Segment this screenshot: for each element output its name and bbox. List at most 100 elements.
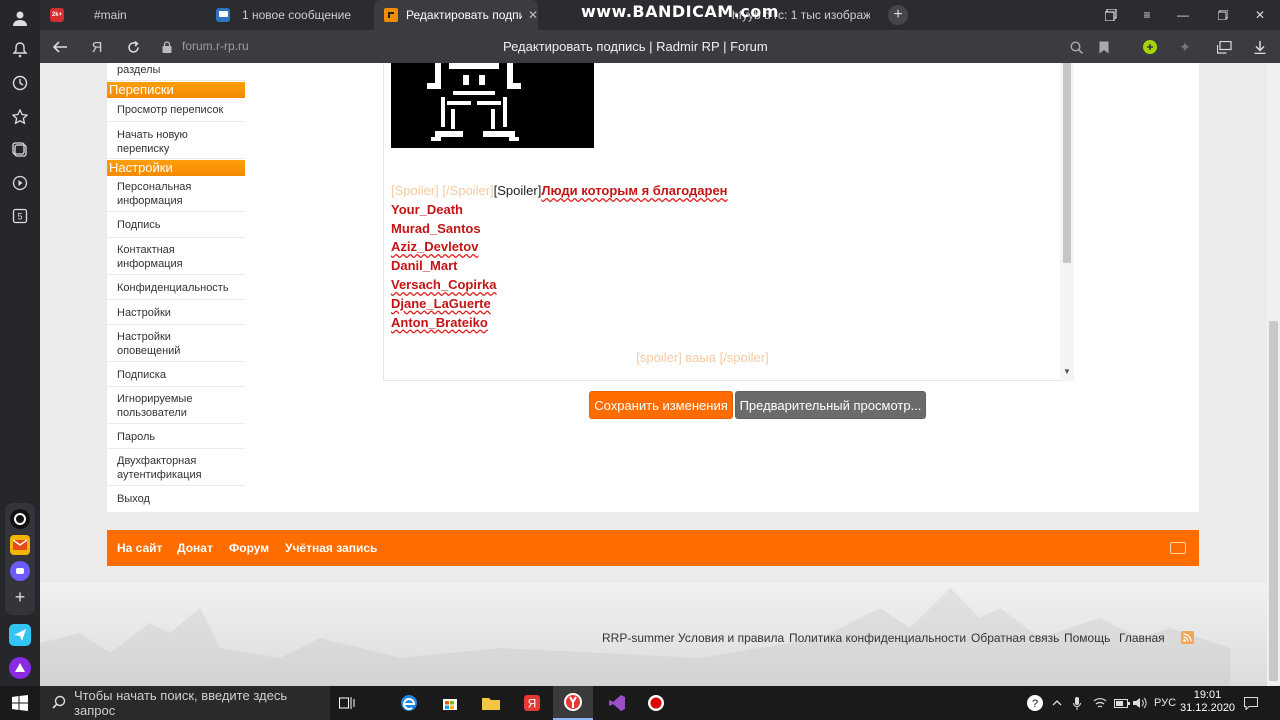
nav-item-logout[interactable]: Выход — [107, 487, 245, 511]
url-text[interactable]: forum.r-rp.ru — [182, 39, 249, 53]
yandex-logo-icon[interactable]: Я — [87, 37, 107, 57]
zen-icon[interactable]: 5 — [10, 206, 30, 226]
search-page-icon[interactable] — [1066, 37, 1086, 57]
star-icon[interactable] — [10, 107, 30, 127]
notifications-icon[interactable] — [1244, 686, 1258, 720]
nav-item-sections[interactable]: разделы — [107, 63, 245, 81]
save-changes-button[interactable]: Сохранить изменения — [589, 391, 733, 419]
signature-text[interactable]: [Spoiler] [/Spoiler][Spoiler]Люди которы… — [391, 182, 728, 332]
history-icon[interactable] — [10, 73, 30, 93]
yandex-app-icon[interactable]: Я — [512, 686, 552, 720]
nav-item-preferences[interactable]: Настройки — [107, 301, 245, 325]
close-icon[interactable]: ✕ — [528, 8, 538, 22]
preview-button[interactable]: Предварительный просмотр... — [735, 391, 926, 419]
taskbar: Чтобы начать поиск, введите здесь запрос… — [0, 686, 1280, 720]
sidebar-apps-group: + — [5, 503, 35, 615]
nav-item-view-conversations[interactable]: Просмотр переписок — [107, 98, 245, 122]
download-icon[interactable] — [1250, 37, 1270, 57]
nav-item-personal-info[interactable]: Персональная информация — [107, 176, 245, 212]
taskbar-search[interactable]: Чтобы начать поиск, введите здесь запрос — [40, 686, 330, 720]
chevron-up-icon[interactable] — [1052, 686, 1062, 720]
alice-icon[interactable] — [10, 509, 30, 529]
tabs-overview-icon[interactable] — [1093, 0, 1129, 30]
folder-icon[interactable] — [471, 686, 511, 720]
footer-link-privacy[interactable]: Политика конфиденциальности — [789, 631, 966, 645]
reload-icon[interactable] — [123, 37, 143, 57]
send-app-icon[interactable] — [9, 624, 31, 646]
play-icon[interactable] — [10, 173, 30, 193]
spoiler-line: [Spoiler] [/Spoiler][Spoiler]Люди которы… — [391, 182, 728, 201]
clock[interactable]: 19:01 31.12.2020 — [1180, 689, 1235, 715]
windows-start-icon[interactable] — [0, 686, 40, 720]
search-icon — [52, 695, 66, 712]
footer-link-forum[interactable]: Форум — [229, 541, 269, 555]
footer-link-site[interactable]: На сайт — [117, 541, 162, 555]
signature-editor[interactable]: [Spoiler] [/Spoiler][Spoiler]Люди которы… — [383, 63, 1060, 381]
nav-item-privacy[interactable]: Конфиденциальность — [107, 276, 245, 300]
discord-icon: 2k+ — [50, 8, 64, 22]
task-view-icon[interactable] — [327, 686, 367, 720]
rss-icon[interactable] — [1181, 631, 1194, 644]
name-line: Danil_Mart — [391, 258, 458, 274]
edge-icon[interactable] — [389, 686, 429, 720]
footer-link-terms[interactable]: Условия и правила — [678, 631, 784, 645]
footer-link-donate[interactable]: Донат — [177, 541, 213, 555]
menu-icon[interactable]: ≡ — [1129, 0, 1165, 30]
nav-item-alert-settings[interactable]: Настройки оповещений — [107, 326, 245, 362]
footer-link-help[interactable]: Помощь — [1064, 631, 1110, 645]
footer-link-account[interactable]: Учётная запись — [285, 541, 377, 555]
protect-icon[interactable]: ✦ — [1175, 37, 1195, 57]
page-scrollbar[interactable] — [1267, 63, 1280, 686]
scrollbar-thumb[interactable] — [1063, 63, 1071, 263]
alice-bottom-icon[interactable] — [9, 657, 31, 679]
store-icon[interactable] — [430, 686, 470, 720]
new-tab-button[interactable]: + — [888, 5, 908, 25]
page-scrollbar-thumb[interactable] — [1269, 321, 1278, 681]
profile-icon[interactable] — [10, 8, 30, 28]
bookmark-icon[interactable] — [1094, 37, 1114, 57]
add-app-icon[interactable]: + — [10, 587, 30, 607]
input-language[interactable]: РУС — [1154, 686, 1176, 720]
footer-link-style[interactable]: RRP-summer — [602, 631, 675, 645]
collapse-icon[interactable] — [1170, 542, 1186, 554]
svg-text:5: 5 — [17, 212, 22, 222]
nav-header-conversations: Переписки — [107, 82, 245, 98]
footer-nav-bar: На сайт Донат Форум Учётная запись — [107, 530, 1199, 566]
restore-icon[interactable] — [1205, 0, 1241, 30]
battery-icon[interactable] — [1114, 686, 1130, 720]
clock-time: 19:01 — [1193, 689, 1222, 701]
nav-item-password[interactable]: Пароль — [107, 425, 245, 449]
bandicam-record-icon[interactable] — [636, 686, 676, 720]
visual-studio-icon[interactable] — [597, 686, 637, 720]
minimize-icon[interactable]: — — [1165, 0, 1201, 30]
nav-item-two-factor[interactable]: Двухфакторная аутентификация — [107, 450, 245, 486]
tab-main[interactable]: 2k+ #main — [50, 0, 200, 30]
bbcode-spoiler-open: [Spoiler] — [493, 183, 542, 198]
nav-item-new-conversation[interactable]: Начать новую переписку — [107, 123, 245, 159]
bell-icon[interactable] — [10, 40, 30, 60]
scroll-down-arrow-icon[interactable]: ▼ — [1063, 367, 1071, 377]
extension-icon[interactable] — [1140, 37, 1160, 57]
address-bar: Я forum.r-rp.ru Редактировать подпись | … — [40, 30, 1280, 63]
microphone-icon[interactable] — [1073, 686, 1081, 720]
lock-icon[interactable] — [157, 37, 177, 57]
footer-link-contact[interactable]: Обратная связь — [971, 631, 1059, 645]
volume-icon[interactable] — [1133, 686, 1147, 720]
window-close-icon[interactable]: ✕ — [1242, 0, 1278, 30]
help-tray-icon[interactable]: ? — [1026, 686, 1044, 720]
back-arrow-icon[interactable] — [50, 37, 70, 57]
tab-edit-signature[interactable]: Редактировать подписи ✕ — [374, 0, 538, 30]
editor-scrollbar[interactable]: ▼ — [1060, 63, 1074, 381]
tab-new-message[interactable]: 1 новое сообщение — [216, 0, 376, 30]
messenger-icon[interactable] — [10, 561, 30, 581]
mail-icon[interactable] — [10, 535, 30, 555]
network-icon[interactable] — [1093, 686, 1107, 720]
footer-link-home[interactable]: Главная — [1119, 631, 1165, 645]
nav-item-subscription[interactable]: Подписка — [107, 363, 245, 387]
screenshot-icon[interactable] — [1214, 37, 1234, 57]
nav-item-ignored-users[interactable]: Игнорируемые пользователи — [107, 388, 245, 424]
nav-item-contact-info[interactable]: Контактная информация — [107, 239, 245, 275]
nav-item-signature[interactable]: Подпись — [107, 213, 245, 238]
yandex-browser-icon[interactable] — [553, 686, 593, 720]
collections-icon[interactable] — [10, 140, 30, 160]
